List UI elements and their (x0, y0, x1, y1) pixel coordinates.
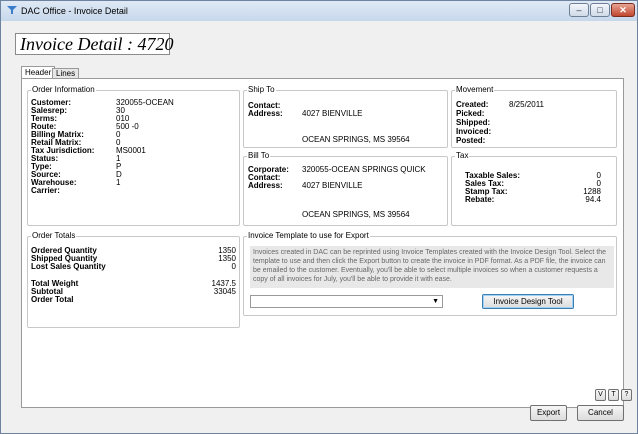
group-title: Ship To (247, 85, 276, 95)
field-label: Shipped: (456, 118, 491, 127)
v-button[interactable]: V (595, 389, 606, 401)
lost-sales-quantity-value: 0 (231, 262, 236, 271)
order-information-group: Order Information Customer: 320055-OCEAN… (27, 85, 240, 226)
group-title: Bill To (247, 151, 271, 161)
t-button[interactable]: T (608, 389, 619, 401)
bill-to-group: Bill To Corporate: 320055-OCEAN SPRINGS … (243, 151, 448, 226)
minimize-button[interactable]: – (569, 3, 589, 17)
maximize-button[interactable]: □ (590, 3, 610, 17)
app-icon (7, 5, 17, 15)
field-label: Address: (248, 181, 283, 190)
export-description-text: Invoices created in DAC can be reprinted… (250, 246, 614, 288)
header-tab-panel: Order Information Customer: 320055-OCEAN… (21, 78, 624, 408)
rebate-value: 94.4 (585, 195, 601, 204)
page-title: Invoice Detail : 4720 (15, 33, 173, 55)
bill-address-line2: OCEAN SPRINGS, MS 39564 (302, 210, 410, 219)
group-title: Order Information (31, 85, 96, 95)
tax-group: Tax Taxable Sales: 0 Sales Tax: 0 Stamp … (451, 151, 617, 226)
field-label: Order Total (31, 295, 74, 304)
group-title: Movement (455, 85, 495, 95)
warehouse-value: 1 (116, 178, 121, 187)
subtotal-value: 33045 (213, 287, 236, 296)
title-bar[interactable]: DAC Office - Invoice Detail – □ ✕ (1, 1, 637, 21)
ship-address-line2: OCEAN SPRINGS, MS 39564 (302, 135, 410, 144)
field-label: Carrier: (31, 186, 60, 195)
client-area: Invoice Detail : 4720 Header Lines Order… (7, 25, 633, 429)
export-template-group: Invoice Template to use for Export Invoi… (243, 231, 617, 316)
maximize-icon: □ (597, 5, 603, 15)
ship-to-group: Ship To Contact: Address: 4027 BIENVILLE… (243, 85, 448, 148)
movement-group: Movement Created: 8/25/2011 Picked: Ship… (451, 85, 617, 148)
help-button[interactable]: ? (621, 389, 632, 401)
order-totals-group: Order Totals Ordered Quantity 1350 Shipp… (27, 231, 240, 328)
cancel-button[interactable]: Cancel (577, 405, 624, 421)
invoice-design-tool-button[interactable]: Invoice Design Tool (482, 294, 574, 309)
created-value: 8/25/2011 (509, 100, 544, 109)
field-label: Picked: (456, 109, 485, 118)
close-icon: ✕ (619, 5, 627, 15)
ship-address-line1: 4027 BIENVILLE (302, 109, 363, 118)
group-title: Order Totals (31, 231, 77, 241)
invoice-detail-window: DAC Office - Invoice Detail – □ ✕ Invoic… (0, 0, 638, 434)
bill-address-line1: 4027 BIENVILLE (302, 181, 363, 190)
bill-corporate-value: 320055-OCEAN SPRINGS QUICK (302, 165, 426, 174)
field-label: Rebate: (465, 195, 495, 204)
field-label: Lost Sales Quantity (31, 262, 106, 271)
export-button[interactable]: Export (530, 405, 567, 421)
template-select[interactable]: ▼ (250, 295, 443, 308)
tax-jurisdiction-value: MS0001 (116, 146, 146, 155)
field-label: Created: (456, 100, 489, 109)
window-title: DAC Office - Invoice Detail (21, 6, 128, 16)
field-label: Invoiced: (456, 127, 492, 136)
dropdown-arrow-icon: ▼ (432, 298, 439, 305)
group-title: Tax (455, 151, 470, 161)
field-label: Posted: (456, 136, 486, 145)
group-title: Invoice Template to use for Export (247, 231, 370, 241)
close-button[interactable]: ✕ (611, 3, 635, 17)
field-label: Address: (248, 109, 283, 118)
minimize-icon: – (576, 5, 582, 15)
